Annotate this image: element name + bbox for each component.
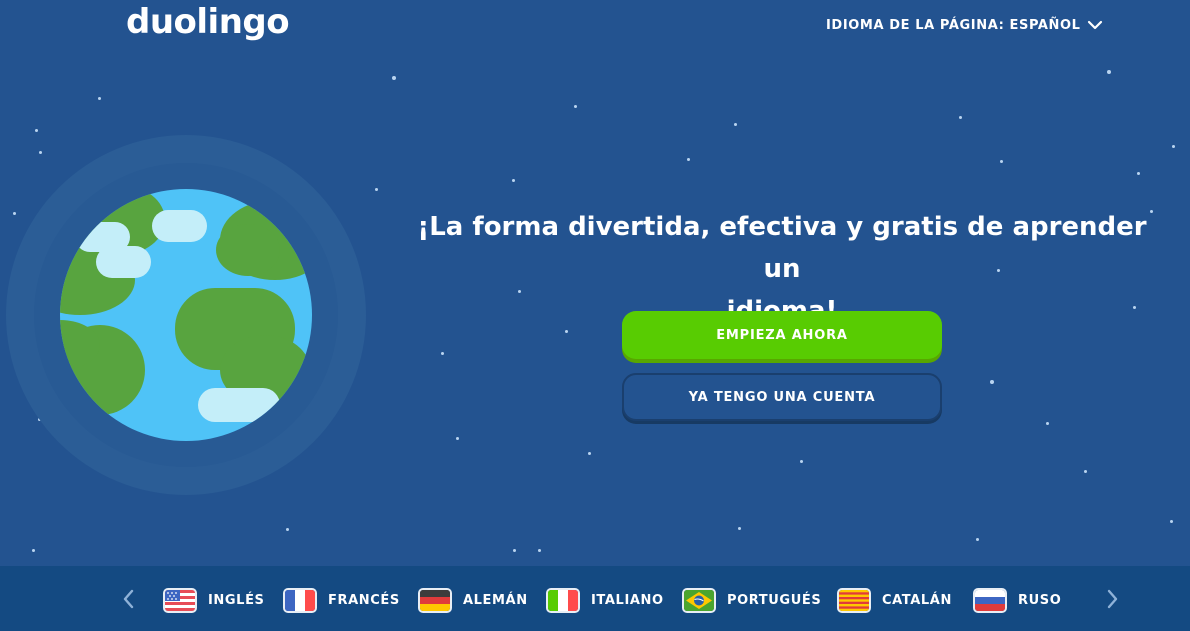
star: [512, 179, 515, 182]
course-item-german[interactable]: ALEMÁN: [418, 587, 528, 613]
earth-illustration: [0, 130, 380, 514]
hero-title-line-1: ¡La forma divertida, efectiva y gratis d…: [417, 212, 1147, 284]
site-language-label: IDIOMA DE LA PÁGINA: ESPAÑOL: [826, 17, 1081, 33]
star: [513, 549, 516, 552]
course-item-label: FRANCÉS: [328, 592, 400, 608]
star: [98, 97, 101, 100]
course-language-bar: INGLÉS FRANCÉS ALEMÁN ITALIANO PORTUGUÉS…: [0, 566, 1190, 631]
star: [990, 380, 994, 384]
catalonia-flag-icon: [837, 587, 871, 613]
star: [959, 116, 962, 119]
course-item-label: INGLÉS: [208, 592, 265, 608]
star: [738, 527, 741, 530]
star: [1172, 145, 1175, 148]
germany-flag-icon: [418, 587, 452, 613]
star: [734, 123, 737, 126]
course-item-italian[interactable]: ITALIANO: [546, 587, 664, 613]
star: [392, 76, 396, 80]
course-item-russian[interactable]: RUSO: [973, 587, 1061, 613]
star: [1000, 160, 1003, 163]
star: [1084, 470, 1087, 473]
course-item-catalan[interactable]: CATALÁN: [837, 587, 952, 613]
course-item-label: CATALÁN: [882, 592, 952, 608]
chevron-right-icon[interactable]: [1102, 588, 1122, 610]
brazil-flag-icon: [682, 587, 716, 613]
course-item-label: PORTUGUÉS: [727, 592, 822, 608]
france-flag-icon: [283, 587, 317, 613]
russia-flag-icon: [973, 587, 1007, 613]
duolingo-logo[interactable]: duolingo: [126, 2, 290, 42]
course-item-english[interactable]: INGLÉS: [163, 587, 265, 613]
site-language-selector[interactable]: IDIOMA DE LA PÁGINA: ESPAÑOL: [826, 14, 1103, 36]
star: [441, 352, 444, 355]
star: [976, 538, 979, 541]
chevron-left-icon[interactable]: [119, 588, 139, 610]
us-flag-icon: [163, 587, 197, 613]
course-item-french[interactable]: FRANCÉS: [283, 587, 400, 613]
star: [1137, 172, 1140, 175]
star: [456, 437, 459, 440]
star: [32, 549, 35, 552]
course-item-label: RUSO: [1018, 592, 1062, 608]
star: [538, 549, 541, 552]
star: [1107, 70, 1111, 74]
star: [1046, 422, 1049, 425]
star: [800, 460, 803, 463]
chevron-down-icon: [1087, 19, 1103, 31]
landing-page: duolingo IDIOMA DE LA PÁGINA: ESPAÑOL ¡L…: [0, 0, 1190, 631]
course-item-label: ITALIANO: [591, 592, 664, 608]
star: [286, 528, 289, 531]
course-item-portuguese[interactable]: PORTUGUÉS: [682, 587, 821, 613]
italy-flag-icon: [546, 587, 580, 613]
star: [588, 452, 591, 455]
get-started-button[interactable]: EMPIEZA AHORA: [622, 311, 942, 359]
have-account-button[interactable]: YA TENGO UNA CUENTA: [622, 373, 942, 421]
star: [1170, 520, 1173, 523]
star: [687, 158, 690, 161]
course-item-label: ALEMÁN: [463, 592, 528, 608]
star: [574, 105, 577, 108]
